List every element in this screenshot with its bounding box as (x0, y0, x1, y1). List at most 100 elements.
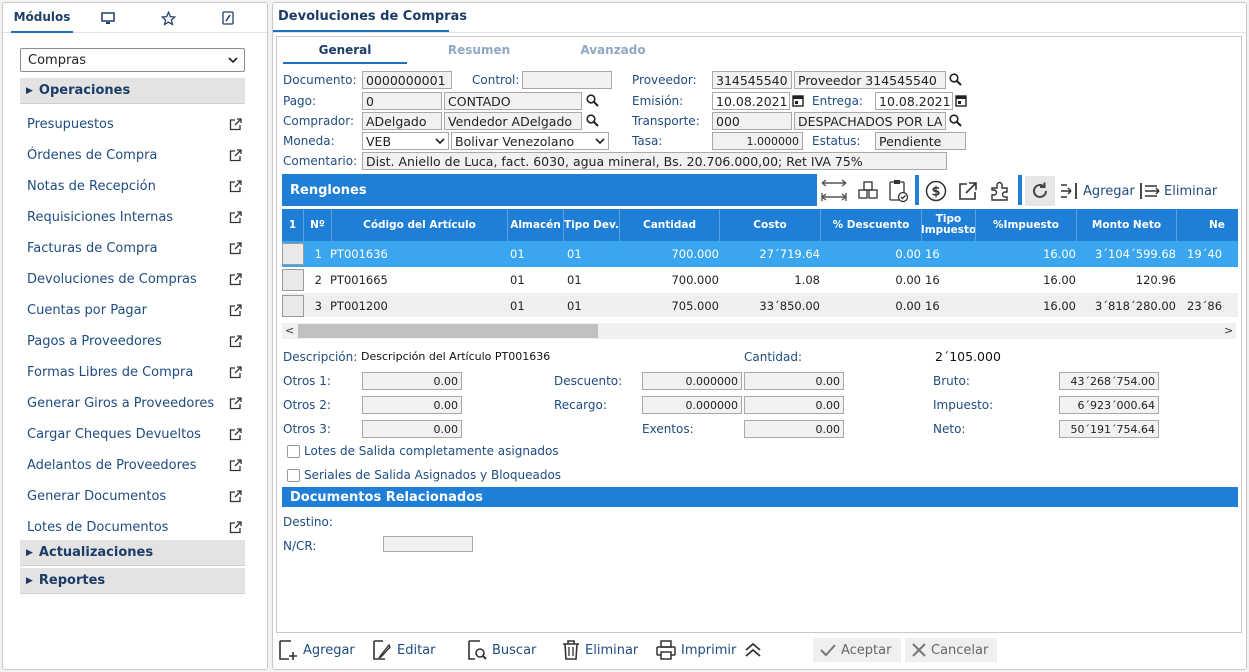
menu-item[interactable]: Notas de Recepción (27, 175, 242, 197)
open-new-window-icon[interactable] (229, 520, 242, 534)
cell-neto[interactable] (1187, 267, 1238, 293)
recargo-pct-field[interactable]: 0.000000 (642, 396, 742, 414)
clipboard-check-icon[interactable] (887, 179, 909, 203)
cancelar-button[interactable]: Cancelar (905, 638, 997, 662)
cell-cantidad[interactable]: 705.000 (620, 293, 719, 317)
group-actualizaciones[interactable]: ▶ Actualizaciones (20, 540, 245, 566)
transporte-name-field[interactable]: DESPACHADOS POR LA (794, 112, 946, 130)
table-row[interactable]: 3 PT001200 01 01 705.000 33´850.00 0.00 16 16.00… (282, 293, 1238, 317)
cell-descuento[interactable]: 0.00 (821, 241, 921, 267)
cell-cantidad[interactable]: 700.000 (620, 267, 719, 293)
search-icon[interactable] (586, 94, 599, 107)
row-selector[interactable] (282, 269, 304, 291)
documento-field[interactable]: 0000000001 (362, 71, 452, 89)
cell-monto[interactable]: 3´104´599.68 (1077, 241, 1176, 267)
cell-codigo[interactable]: PT001636 (330, 241, 506, 267)
emision-field[interactable]: 10.08.2021 (712, 92, 790, 110)
open-new-window-icon[interactable] (229, 303, 242, 317)
window-title[interactable]: Devoluciones de Compras (278, 9, 467, 24)
buscar-button[interactable]: Buscar (466, 638, 536, 662)
pago-name-field[interactable]: CONTADO (444, 92, 582, 110)
comprador-code-field[interactable]: ADelgado (362, 112, 442, 130)
cell-costo[interactable]: 27´719.64 (720, 241, 820, 267)
table-row[interactable]: 2 PT001665 01 01 700.000 1.08 0.00 16 16.00 120.9… (282, 267, 1238, 293)
cell-almacen[interactable]: 01 (510, 241, 566, 267)
resize-columns-icon[interactable] (819, 176, 849, 204)
cell-neto[interactable]: 23´86 (1187, 293, 1238, 317)
scroll-left-icon[interactable]: < (285, 324, 294, 337)
open-new-window-icon[interactable] (229, 489, 242, 503)
row-selector[interactable] (282, 243, 304, 265)
seriales-checkbox-row[interactable]: Seriales de Salida Asignados y Bloqueado… (287, 468, 561, 482)
cell-costo[interactable]: 1.08 (720, 267, 820, 293)
cell-impuesto[interactable]: 16.00 (976, 293, 1076, 317)
menu-item[interactable]: Facturas de Compra (27, 237, 242, 259)
otros3-field[interactable]: 0.00 (362, 420, 462, 438)
add-row-button[interactable]: Agregar (1059, 180, 1135, 202)
lotes-checkbox[interactable] (287, 444, 300, 458)
aceptar-button[interactable]: Aceptar (813, 638, 901, 662)
cell-impuesto[interactable]: 16.00 (976, 267, 1076, 293)
open-new-window-icon[interactable] (229, 427, 242, 441)
otros2-field[interactable]: 0.00 (362, 396, 462, 414)
cell-tipo-impuesto[interactable]: 16 (925, 241, 975, 267)
eliminar-button[interactable]: Eliminar (561, 638, 638, 662)
menu-item[interactable]: Generar Documentos (27, 485, 242, 507)
row-selector[interactable] (282, 295, 304, 317)
cell-tipo-dev[interactable]: 01 (567, 241, 617, 267)
menu-item[interactable]: Cuentas por Pagar (27, 299, 242, 321)
menu-item[interactable]: Cargar Cheques Devueltos (27, 423, 242, 445)
cell-tipo-impuesto[interactable]: 16 (925, 267, 975, 293)
pago-code-field[interactable]: 0 (362, 92, 442, 110)
open-new-window-icon[interactable] (229, 272, 242, 286)
col-header-select[interactable]: 1 (282, 209, 304, 241)
search-icon[interactable] (949, 114, 962, 127)
grid-horizontal-scrollbar[interactable]: < > (282, 323, 1236, 339)
moneda-code-select[interactable]: VEB (362, 132, 449, 150)
cell-costo[interactable]: 33´850.00 (720, 293, 820, 317)
tab-resumen[interactable]: Resumen (417, 43, 541, 65)
entrega-field[interactable]: 10.08.2021 (875, 92, 953, 110)
cell-almacen[interactable]: 01 (510, 267, 566, 293)
otros1-field[interactable]: 0.00 (362, 372, 462, 390)
cell-monto[interactable]: 3´818´280.00 (1077, 293, 1176, 317)
proveedor-name-field[interactable]: Proveedor 314545540 (794, 71, 946, 89)
descuento-amount-field[interactable]: 0.00 (744, 372, 844, 390)
menu-item[interactable]: Requisiciones Internas (27, 206, 242, 228)
tab-favorites[interactable] (155, 3, 181, 33)
open-new-window-icon[interactable] (229, 458, 242, 472)
puzzle-icon[interactable] (989, 180, 1011, 202)
open-new-window-icon[interactable] (229, 148, 242, 162)
cell-tipo-dev[interactable]: 01 (567, 293, 617, 317)
open-new-window-icon[interactable] (229, 334, 242, 348)
open-new-window-icon[interactable] (229, 210, 242, 224)
menu-item[interactable]: Generar Giros a Proveedores (27, 392, 242, 414)
cell-num[interactable]: 1 (304, 241, 322, 267)
cell-num[interactable]: 3 (304, 293, 322, 317)
col-header-tipo-dev[interactable]: Tipo Dev. (564, 209, 620, 241)
col-header-neto[interactable]: Ne (1177, 209, 1238, 241)
open-new-window-icon[interactable] (229, 117, 242, 131)
boxes-icon[interactable] (857, 180, 879, 200)
open-new-window-icon[interactable] (229, 241, 242, 255)
dollar-icon[interactable]: $ (925, 180, 947, 202)
imprimir-button[interactable]: Imprimir (655, 638, 736, 662)
table-row[interactable]: 1 PT001636 01 01 700.000 27´719.64 0.00 16 16.00… (282, 241, 1238, 267)
tab-modulos[interactable]: Módulos (11, 3, 73, 33)
scroll-right-icon[interactable]: > (1224, 324, 1233, 337)
col-header-codigo[interactable]: Código del Artículo (332, 209, 508, 241)
comentario-field[interactable]: Dist. Aniello de Luca, fact. 6030, agua … (362, 152, 947, 170)
open-new-window-icon[interactable] (229, 179, 242, 193)
group-reportes[interactable]: ▶ Reportes (20, 568, 245, 594)
moneda-name-select[interactable]: Bolivar Venezolano (451, 132, 609, 150)
recargo-amount-field[interactable]: 0.00 (744, 396, 844, 414)
menu-item[interactable]: Lotes de Documentos (27, 516, 242, 538)
menu-item[interactable]: Devoluciones de Compras (27, 268, 242, 290)
tasa-field[interactable]: 1.000000 (712, 132, 803, 150)
menu-item[interactable]: Presupuestos (27, 113, 242, 135)
lotes-checkbox-row[interactable]: Lotes de Salida completamente asignados (287, 444, 559, 458)
tab-tools[interactable] (215, 3, 241, 33)
calendar-icon[interactable] (955, 94, 967, 107)
menu-item[interactable]: Formas Libres de Compra (27, 361, 242, 383)
module-select[interactable]: Compras (20, 48, 245, 72)
